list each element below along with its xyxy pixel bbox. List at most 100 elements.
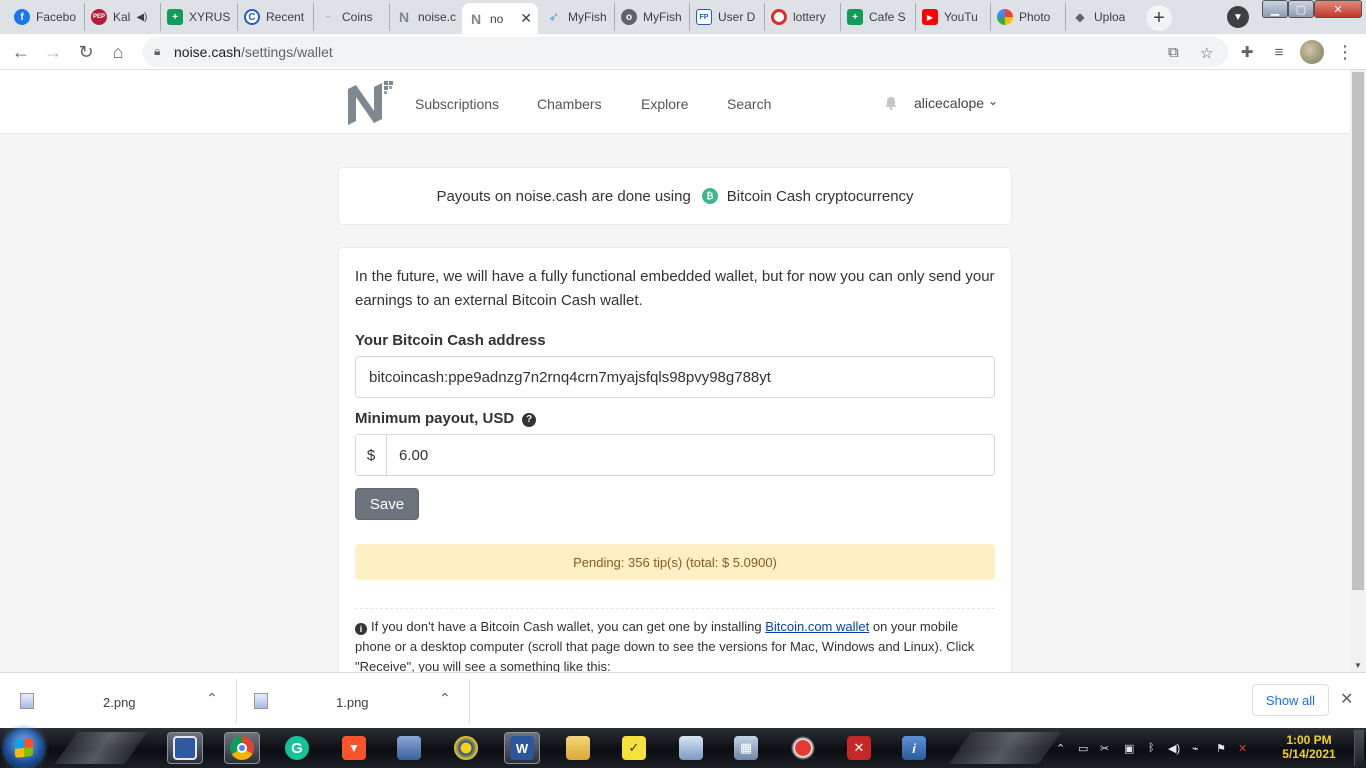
profile-avatar[interactable] xyxy=(1300,40,1324,64)
min-payout-input[interactable]: $ 6.00 xyxy=(355,434,995,476)
printer-icon[interactable]: ▭ xyxy=(1078,742,1091,755)
maximize-button[interactable]: ▢ xyxy=(1288,0,1314,18)
taskbar-decoration xyxy=(948,732,1062,764)
show-desktop-button[interactable] xyxy=(1354,730,1364,766)
close-window-button[interactable]: ✕ xyxy=(1314,0,1362,18)
bitcoin-com-wallet-link[interactable]: Bitcoin.com wallet xyxy=(765,619,869,634)
taskbar-app-calculator[interactable]: ▦ xyxy=(728,732,764,764)
tab-noise-active[interactable]: N no ✕ xyxy=(462,3,538,34)
fish-icon: ➶ xyxy=(548,9,560,24)
taskbar-app-pdf[interactable]: ✕ xyxy=(841,732,877,764)
sticky-note-icon: ✓ xyxy=(622,736,646,760)
banner-link[interactable]: Bitcoin Cash cryptocurrency xyxy=(727,188,914,205)
tab-kal[interactable]: PEP Kal ◀) xyxy=(85,3,161,31)
tab-youtube[interactable]: ▶ YouTu xyxy=(916,3,991,31)
noise-cash-logo[interactable] xyxy=(346,79,396,127)
address-bar[interactable]: 🔒︎ noise.cash/settings/wallet ⧉ ☆ xyxy=(142,37,1228,67)
monitor-icon[interactable]: ▣ xyxy=(1124,742,1137,755)
info-app-icon: i xyxy=(902,736,926,760)
taskbar-app-scanner[interactable] xyxy=(673,732,709,764)
taskbar-app-explorer[interactable] xyxy=(560,732,596,764)
tab-label: YouTu xyxy=(944,10,978,24)
address-input[interactable]: bitcoincash:ppe9adnzg7n2rnq4crn7myajsfql… xyxy=(355,356,995,398)
action-center-icon[interactable]: ⚑ xyxy=(1216,742,1229,755)
tab-label: MyFish xyxy=(568,10,607,24)
close-icon[interactable]: ✕ xyxy=(1340,689,1353,709)
page-viewport: Subscriptions Chambers Explore Search al… xyxy=(0,70,1350,672)
nav-explore[interactable]: Explore xyxy=(641,96,688,112)
address-label: Your Bitcoin Cash address xyxy=(355,332,546,349)
usb-icon[interactable]: ⌁ xyxy=(1192,742,1205,755)
show-all-button[interactable]: Show all xyxy=(1252,684,1329,716)
taskbar-app-help[interactable]: i xyxy=(896,732,932,764)
scroll-down-icon[interactable]: ▼ xyxy=(1354,661,1362,670)
tab-myfish-2[interactable]: o MyFish xyxy=(615,3,690,31)
nav-chambers[interactable]: Chambers xyxy=(537,96,602,112)
tab-user[interactable]: FP User D xyxy=(690,3,765,31)
tab-label: noise.c xyxy=(418,10,456,24)
start-button[interactable] xyxy=(4,729,44,767)
network-error-icon[interactable]: ✕ xyxy=(1238,742,1251,755)
tab-photos[interactable]: Photo xyxy=(991,3,1066,31)
tab-facebook[interactable]: f Facebo xyxy=(8,3,85,31)
taskbar-app-network[interactable] xyxy=(391,732,427,764)
chevron-down-icon[interactable]: ⌄ xyxy=(988,94,998,108)
reload-icon[interactable]: ↻ xyxy=(75,41,97,63)
system-clock[interactable]: 1:00 PM 5/14/2021 xyxy=(1276,733,1342,761)
tools-icon[interactable]: ✂ xyxy=(1100,742,1113,755)
page-scrollbar[interactable]: ▲ ▼ xyxy=(1350,70,1366,672)
tab-myfish-1[interactable]: ➶ MyFish xyxy=(540,3,615,31)
close-tab-icon[interactable]: ✕ xyxy=(520,10,532,27)
tab-lottery[interactable]: lottery xyxy=(765,3,841,31)
user-menu[interactable]: alicecalope xyxy=(914,95,984,111)
bookmark-star-icon[interactable]: ☆ xyxy=(1200,44,1213,62)
bluetooth-icon[interactable]: ᛒ xyxy=(1148,742,1161,754)
taskbar-app-record[interactable] xyxy=(785,732,821,764)
scrollbar-thumb[interactable] xyxy=(1352,72,1364,590)
tab-upload[interactable]: ◆ Uploa xyxy=(1066,3,1141,31)
tab-strip: f Facebo PEP Kal ◀) + XYRUS C Recent ~ C… xyxy=(0,0,1366,34)
show-hidden-icons[interactable]: ⌃ xyxy=(1056,742,1069,755)
tab-recent[interactable]: C Recent xyxy=(238,3,314,31)
reading-list-icon[interactable]: ≡ xyxy=(1268,41,1290,63)
tab-cafe[interactable]: + Cafe S xyxy=(841,3,916,31)
back-arrow-icon[interactable]: ← xyxy=(10,41,32,63)
chevron-up-icon[interactable]: ⌃ xyxy=(206,690,218,707)
nav-subscriptions[interactable]: Subscriptions xyxy=(415,96,499,112)
lock-icon: 🔒︎ xyxy=(154,44,161,58)
chevron-up-icon[interactable]: ⌃ xyxy=(439,690,451,707)
speaker-icon[interactable]: ◀) xyxy=(136,12,147,23)
home-icon[interactable]: ⌂ xyxy=(107,41,129,63)
nav-search[interactable]: Search xyxy=(727,96,771,112)
open-in-new-icon[interactable]: ⧉ xyxy=(1168,44,1179,61)
minimize-button[interactable]: ▁ xyxy=(1262,0,1288,18)
forward-arrow-icon[interactable]: → xyxy=(42,41,64,63)
notification-bell-icon[interactable] xyxy=(884,96,898,110)
word-icon: W xyxy=(510,736,534,760)
min-payout-label-text: Minimum payout, USD xyxy=(355,410,515,427)
coin-icon: C xyxy=(244,9,260,25)
taskbar-app-seal[interactable] xyxy=(448,732,484,764)
new-tab-button[interactable]: + xyxy=(1146,5,1172,31)
volume-icon[interactable]: ◀) xyxy=(1168,742,1181,755)
download-item[interactable]: 2.png ⌃ xyxy=(0,679,236,723)
payout-banner: Payouts on noise.cash are done using ₿ B… xyxy=(339,168,1011,224)
tab-coins[interactable]: ~ Coins xyxy=(314,3,390,31)
taskbar-app-notes[interactable]: ✓ xyxy=(616,732,652,764)
tab-xyrus[interactable]: + XYRUS xyxy=(161,3,238,31)
clock-time: 1:00 PM xyxy=(1286,733,1332,747)
tab-noise-1[interactable]: N noise.c xyxy=(390,3,462,31)
extensions-icon[interactable]: ✚ xyxy=(1236,41,1258,63)
address-value: bitcoincash:ppe9adnzg7n2rnq4crn7myajsfql… xyxy=(369,369,771,386)
taskbar-app-grammarly[interactable]: G xyxy=(279,732,315,764)
taskbar-app-brave[interactable]: ▼ xyxy=(336,732,372,764)
taskbar-app-word[interactable]: W xyxy=(504,732,540,764)
question-circle-icon[interactable]: ? xyxy=(522,412,537,427)
taskbar-app-chrome[interactable] xyxy=(224,732,260,764)
tab-search-icon[interactable]: ▼ xyxy=(1227,6,1249,28)
download-item[interactable]: 1.png ⌃ xyxy=(236,679,469,723)
menu-dots-icon[interactable]: ⋮ xyxy=(1334,41,1356,63)
save-button[interactable]: Save xyxy=(355,488,419,520)
download-shelf: 2.png ⌃ 1.png ⌃ Show all ✕ xyxy=(0,672,1366,728)
taskbar-app-window[interactable] xyxy=(167,732,203,764)
